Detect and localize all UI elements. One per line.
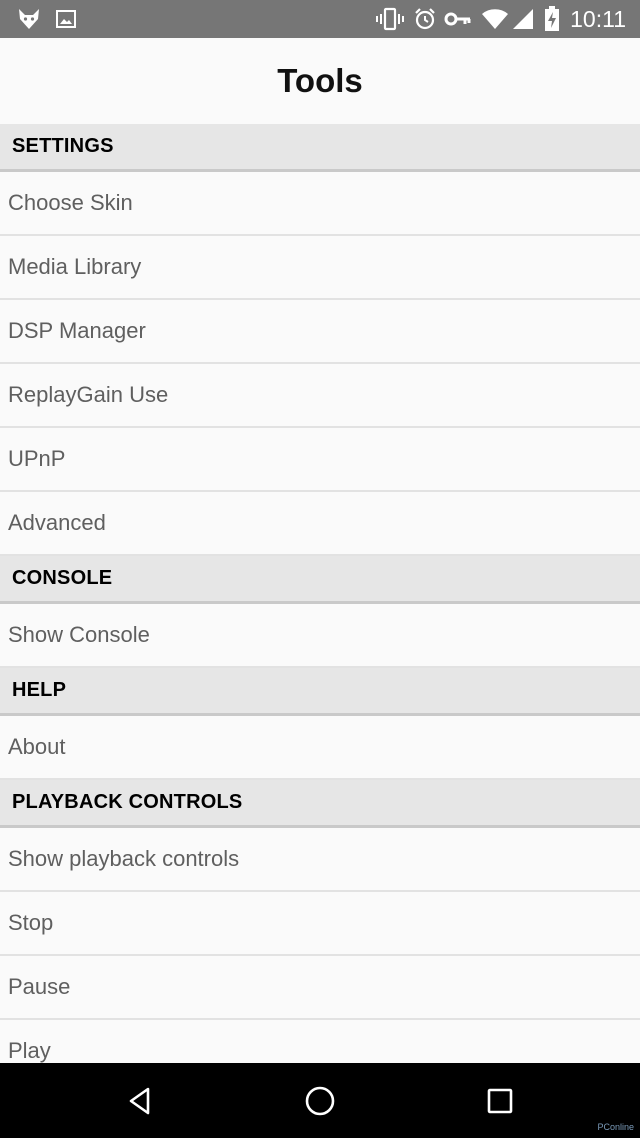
list-item-upnp[interactable]: UPnP: [0, 428, 640, 492]
list-item-replaygain-use[interactable]: ReplayGain Use: [0, 364, 640, 428]
list-item-about[interactable]: About: [0, 716, 640, 780]
section-header-settings: SETTINGS: [0, 124, 640, 172]
page-title: Tools: [277, 62, 363, 99]
fox-app-icon: [14, 0, 44, 38]
list-item-label: Pause: [8, 974, 71, 999]
list-item-pause[interactable]: Pause: [0, 956, 640, 1020]
list-item-label: Stop: [8, 910, 54, 935]
battery-charging-icon: [542, 0, 562, 38]
key-icon: [444, 0, 472, 38]
home-icon[interactable]: [270, 1063, 370, 1138]
list-item-play[interactable]: Play: [0, 1020, 640, 1063]
list-item-label: UPnP: [8, 446, 66, 471]
vibrate-icon: [374, 0, 406, 38]
signal-icon: [510, 0, 536, 38]
recents-icon[interactable]: [450, 1063, 550, 1138]
list-item-stop[interactable]: Stop: [0, 892, 640, 956]
section-header-console: CONSOLE: [0, 556, 640, 604]
list-item-label: ReplayGain Use: [8, 382, 169, 407]
list-item-dsp-manager[interactable]: DSP Manager: [0, 300, 640, 364]
section-header-playback-controls: PLAYBACK CONTROLS: [0, 780, 640, 828]
list-item-show-console[interactable]: Show Console: [0, 604, 640, 668]
list-item-show-playback-controls[interactable]: Show playback controls: [0, 828, 640, 892]
section-header-label: CONSOLE: [12, 567, 113, 589]
list-item-label: Show Console: [8, 622, 150, 647]
back-icon[interactable]: [90, 1063, 190, 1138]
wifi-icon: [480, 0, 510, 38]
list-item-label: Show playback controls: [8, 846, 240, 871]
image-icon: [54, 0, 78, 38]
list-item-label: DSP Manager: [8, 318, 146, 343]
alarm-icon: [412, 0, 438, 38]
list-item-label: Media Library: [8, 254, 142, 279]
navigation-bar: PConline: [0, 1063, 640, 1138]
preference-list[interactable]: SETTINGS Choose Skin Media Library DSP M…: [0, 124, 640, 1063]
section-header-label: PLAYBACK CONTROLS: [12, 791, 243, 813]
section-header-help: HELP: [0, 668, 640, 716]
section-header-label: HELP: [12, 679, 67, 701]
list-item-advanced[interactable]: Advanced: [0, 492, 640, 556]
list-item-label: Play: [8, 1038, 51, 1063]
list-item-label: Choose Skin: [8, 190, 133, 215]
list-item-choose-skin[interactable]: Choose Skin: [0, 172, 640, 236]
section-header-label: SETTINGS: [12, 135, 114, 157]
clock: 10:11: [570, 6, 626, 32]
title-bar: Tools: [0, 38, 640, 124]
status-bar: 10:11: [0, 0, 640, 38]
list-item-label: Advanced: [8, 510, 106, 535]
list-item-label: About: [8, 734, 66, 759]
list-item-media-library[interactable]: Media Library: [0, 236, 640, 300]
watermark: PConline: [597, 1122, 634, 1132]
